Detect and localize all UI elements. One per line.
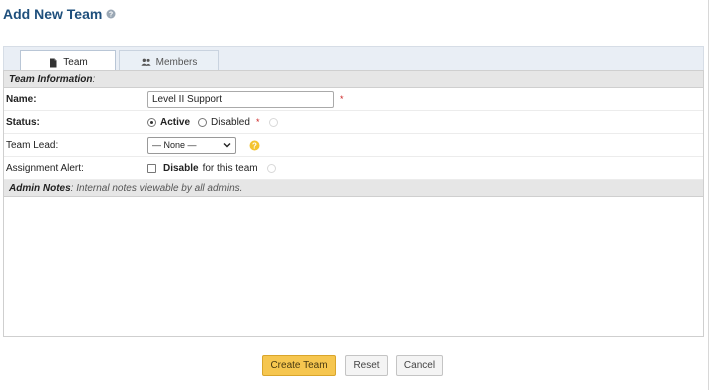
svg-text:?: ? [109, 12, 113, 19]
team-lead-help-icon[interactable]: ? [249, 140, 260, 151]
svg-text:?: ? [252, 141, 257, 150]
team-information-header: Team Information: [4, 71, 703, 88]
team-lead-label: Team Lead: [6, 139, 59, 151]
page-title-text: Add New Team [3, 6, 103, 22]
team-lead-row: Team Lead: — None — ? [4, 134, 703, 157]
document-icon [50, 58, 57, 67]
team-form-panel: Team Information: Name: * Status: Active… [3, 70, 704, 337]
disable-alert-label-bold[interactable]: Disable [163, 163, 199, 174]
status-required-mark: * [255, 117, 260, 127]
assignment-alert-info-icon [266, 163, 276, 173]
team-lead-selected-value: — None — [152, 140, 197, 150]
cancel-button[interactable]: Cancel [396, 355, 443, 376]
users-icon [141, 58, 151, 66]
status-active-radio[interactable] [147, 117, 156, 127]
admin-notes-editor[interactable] [4, 197, 703, 313]
admin-notes-header: Admin Notes: Internal notes viewable by … [4, 180, 703, 197]
status-disabled-radio[interactable] [198, 117, 208, 127]
name-input[interactable] [147, 90, 334, 108]
chevron-down-icon [223, 143, 231, 148]
admin-notes-description: : Internal notes viewable by all admins. [70, 183, 243, 194]
assignment-alert-label: Assignment Alert: [6, 162, 84, 174]
admin-notes-title: Admin Notes [9, 183, 71, 194]
page-title: Add New Team ? [3, 6, 116, 22]
tab-team-label: Team [63, 57, 88, 68]
status-label: Status: [6, 116, 40, 128]
name-row: Name: * [4, 88, 703, 111]
name-label: Name: [6, 93, 37, 105]
name-required-mark: * [340, 94, 344, 104]
tab-bar: Team Members [3, 46, 704, 74]
disable-alert-label-rest[interactable]: for this team [203, 163, 258, 174]
tab-members-label: Members [155, 56, 198, 68]
reset-button[interactable]: Reset [345, 355, 388, 376]
status-info-icon [269, 117, 279, 127]
assignment-alert-row: Assignment Alert: Disable for this team [4, 157, 703, 180]
team-information-title: Team Information [9, 74, 93, 85]
team-information-suffix: : [92, 74, 96, 85]
status-active-label[interactable]: Active [160, 117, 190, 128]
status-row: Status: Active Disabled * [4, 111, 703, 134]
team-lead-select[interactable]: — None — [147, 136, 236, 154]
disable-alert-checkbox[interactable] [147, 163, 156, 173]
scrollbar-edge [708, 0, 709, 390]
status-disabled-label[interactable]: Disabled [211, 117, 250, 128]
help-icon[interactable]: ? [106, 9, 116, 19]
create-team-button[interactable]: Create Team [262, 355, 336, 376]
